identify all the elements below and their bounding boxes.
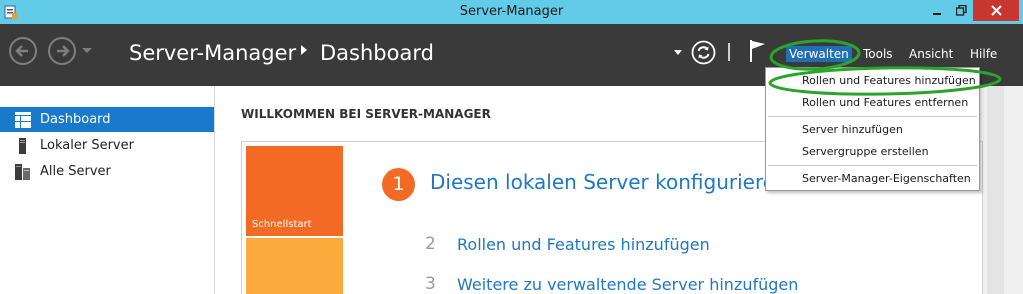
step-add-roles-link[interactable]: Rollen und Features hinzufügen	[457, 235, 710, 254]
back-button[interactable]	[9, 37, 37, 65]
restore-icon	[955, 5, 967, 16]
step-number: 2	[425, 234, 436, 254]
arrow-right-icon	[57, 45, 70, 57]
menu-hilfe[interactable]: Hilfe	[967, 46, 1000, 62]
close-icon	[990, 5, 1002, 16]
menu-separator	[768, 116, 977, 117]
restore-button[interactable]	[949, 0, 973, 21]
server-manager-window: Server-Manager Server-Manager Dashboard …	[0, 0, 1023, 294]
sidebar-item-label: Dashboard	[40, 112, 111, 127]
step-number: 3	[425, 274, 436, 294]
scrollbar-track[interactable]	[987, 86, 1004, 294]
menu-verwalten[interactable]: Verwalten	[786, 46, 852, 62]
sidebar-item-label: Alle Server	[40, 164, 111, 179]
header-divider	[728, 43, 730, 61]
history-dropdown-icon[interactable]	[82, 48, 92, 53]
step-add-servers-link[interactable]: Weitere zu verwaltende Server hinzufügen	[457, 275, 798, 294]
forward-button[interactable]	[48, 37, 76, 65]
header-dropdown-icon[interactable]	[674, 50, 682, 55]
sidebar-item-lokaler-server[interactable]: Lokaler Server	[0, 133, 214, 158]
notifications-flag-icon[interactable]	[748, 39, 768, 63]
menu-tools[interactable]: Tools	[860, 46, 896, 62]
menu-ansicht[interactable]: Ansicht	[906, 46, 956, 62]
dashboard-grid-icon	[15, 111, 31, 128]
title-bar: Server-Manager	[0, 0, 1023, 24]
server-icon	[15, 137, 31, 154]
breadcrumb-separator-icon	[301, 45, 307, 55]
step-configure-local-server-link[interactable]: Diesen lokalen Server konfigurieren	[430, 170, 788, 194]
breadcrumb-root[interactable]: Server-Manager	[129, 41, 296, 65]
servers-icon	[15, 163, 31, 180]
quickstart-tile-label: Schnellstart	[252, 219, 312, 230]
menu-separator	[768, 165, 977, 166]
vertical-scrollbar[interactable]	[983, 86, 1023, 294]
whats-new-tile[interactable]	[246, 238, 343, 294]
verwalten-dropdown-menu: Rollen und Features hinzufügen Rollen un…	[765, 67, 980, 191]
menu-item-add-server[interactable]: Server hinzufügen	[766, 120, 979, 140]
welcome-heading: WILLKOMMEN BEI SERVER-MANAGER	[241, 107, 491, 121]
sidebar: Dashboard Lokaler Server Alle Server	[0, 86, 215, 294]
minimize-button[interactable]	[925, 0, 949, 21]
menu-item-create-server-group[interactable]: Servergruppe erstellen	[766, 142, 979, 162]
quickstart-tile[interactable]: Schnellstart	[246, 146, 343, 236]
sidebar-item-dashboard[interactable]: Dashboard	[0, 107, 214, 132]
sidebar-item-alle-server[interactable]: Alle Server	[0, 159, 214, 184]
sidebar-item-label: Lokaler Server	[40, 138, 134, 153]
minimize-icon	[933, 12, 941, 15]
menu-item-properties[interactable]: Server-Manager-Eigenschaften	[766, 169, 979, 189]
menu-item-remove-roles[interactable]: Rollen und Features entfernen	[766, 93, 979, 113]
menu-item-add-roles[interactable]: Rollen und Features hinzufügen	[766, 71, 979, 91]
refresh-icon[interactable]	[691, 40, 716, 65]
close-button[interactable]	[973, 0, 1019, 21]
window-title: Server-Manager	[459, 4, 564, 19]
breadcrumb-current-page: Dashboard	[320, 41, 434, 65]
step-number-badge: 1	[382, 168, 415, 201]
arrow-left-icon	[15, 45, 28, 57]
